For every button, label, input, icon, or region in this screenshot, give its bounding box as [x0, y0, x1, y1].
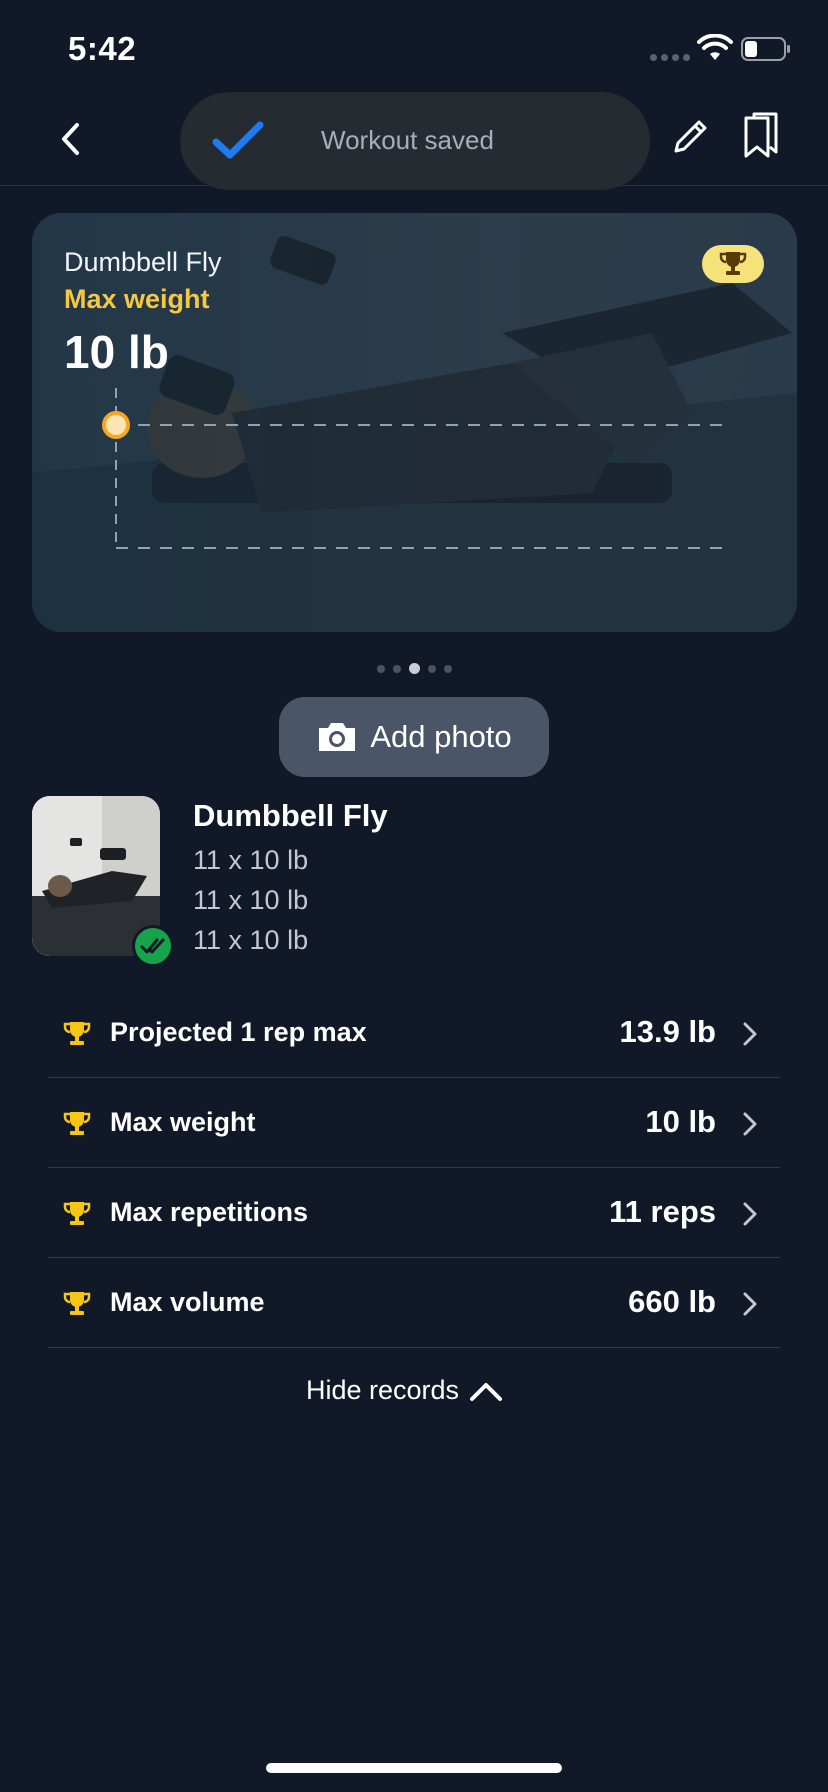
back-button[interactable] [50, 116, 90, 162]
page-dot[interactable] [428, 664, 436, 673]
trophy-icon [63, 1112, 91, 1135]
battery-icon [741, 37, 790, 61]
chevron-right-icon [743, 1112, 757, 1136]
record-row-max-weight[interactable]: Max weight 10 lb [48, 1078, 780, 1168]
trophy-badge [702, 245, 764, 283]
hero-metric-value: 10 lb [64, 326, 169, 378]
hero-metric-label: Max weight [64, 284, 210, 314]
home-indicator [266, 1763, 562, 1773]
set-line: 11 x 10 lb [193, 885, 309, 915]
record-label: Max repetitions [110, 1197, 309, 1227]
nav-bar: Workout saved [0, 92, 828, 190]
records-list: Projected 1 rep max 13.9 lb Max weight 1… [48, 988, 780, 1348]
record-value: 13.9 lb [619, 1014, 717, 1049]
trophy-icon [63, 1292, 91, 1315]
page-dot[interactable] [444, 664, 452, 673]
chart-point [102, 411, 130, 439]
record-value: 11 reps [609, 1194, 716, 1229]
progress-chart [102, 388, 732, 549]
record-value: 660 lb [628, 1284, 716, 1319]
chevron-right-icon [743, 1292, 757, 1316]
workout-saved-toast: Workout saved [180, 92, 650, 190]
record-label: Max volume [110, 1287, 265, 1317]
wifi-icon [697, 34, 733, 60]
hide-records-label: Hide records [306, 1375, 460, 1405]
bookmark-icon[interactable] [738, 112, 784, 162]
record-label: Max weight [110, 1107, 256, 1137]
checkmark-icon [212, 121, 264, 159]
record-label: Projected 1 rep max [110, 1017, 367, 1047]
trophy-icon [63, 1202, 91, 1225]
carousel-pagination[interactable] [377, 663, 452, 674]
record-row-max-volume[interactable]: Max volume 660 lb [48, 1258, 780, 1348]
page-dot-active[interactable] [409, 663, 420, 674]
chevron-right-icon [743, 1022, 757, 1046]
status-time: 5:42 [68, 30, 137, 67]
add-photo-label: Add photo [370, 719, 512, 754]
trophy-icon [63, 1022, 91, 1045]
pencil-icon[interactable] [666, 114, 712, 160]
cellular-signal-icon [650, 54, 690, 61]
record-row-max-reps[interactable]: Max repetitions 11 reps [48, 1168, 780, 1258]
chevron-up-icon [470, 1382, 503, 1401]
hero-exercise-name: Dumbbell Fly [64, 247, 222, 277]
set-line: 11 x 10 lb [193, 925, 309, 955]
exercise-name: Dumbbell Fly [193, 798, 388, 833]
camera-icon [319, 723, 356, 751]
record-value: 10 lb [645, 1104, 716, 1139]
page-dot[interactable] [377, 664, 385, 673]
set-line: 11 x 10 lb [193, 845, 309, 875]
hide-records-button[interactable]: Hide records [306, 1375, 503, 1406]
chevron-right-icon [743, 1202, 757, 1226]
completed-badge [132, 925, 174, 967]
record-row-projected-1rm[interactable]: Projected 1 rep max 13.9 lb [48, 988, 780, 1078]
add-photo-button[interactable]: Add photo [279, 697, 549, 777]
status-bar: 5:42 [0, 0, 828, 100]
trophy-icon [719, 252, 747, 275]
toast-text: Workout saved [321, 125, 494, 155]
double-check-icon [140, 938, 165, 954]
record-highlight-card[interactable]: Dumbbell Fly Max weight 10 lb [32, 213, 797, 632]
chevron-left-icon [62, 123, 79, 155]
page-dot[interactable] [393, 664, 401, 673]
